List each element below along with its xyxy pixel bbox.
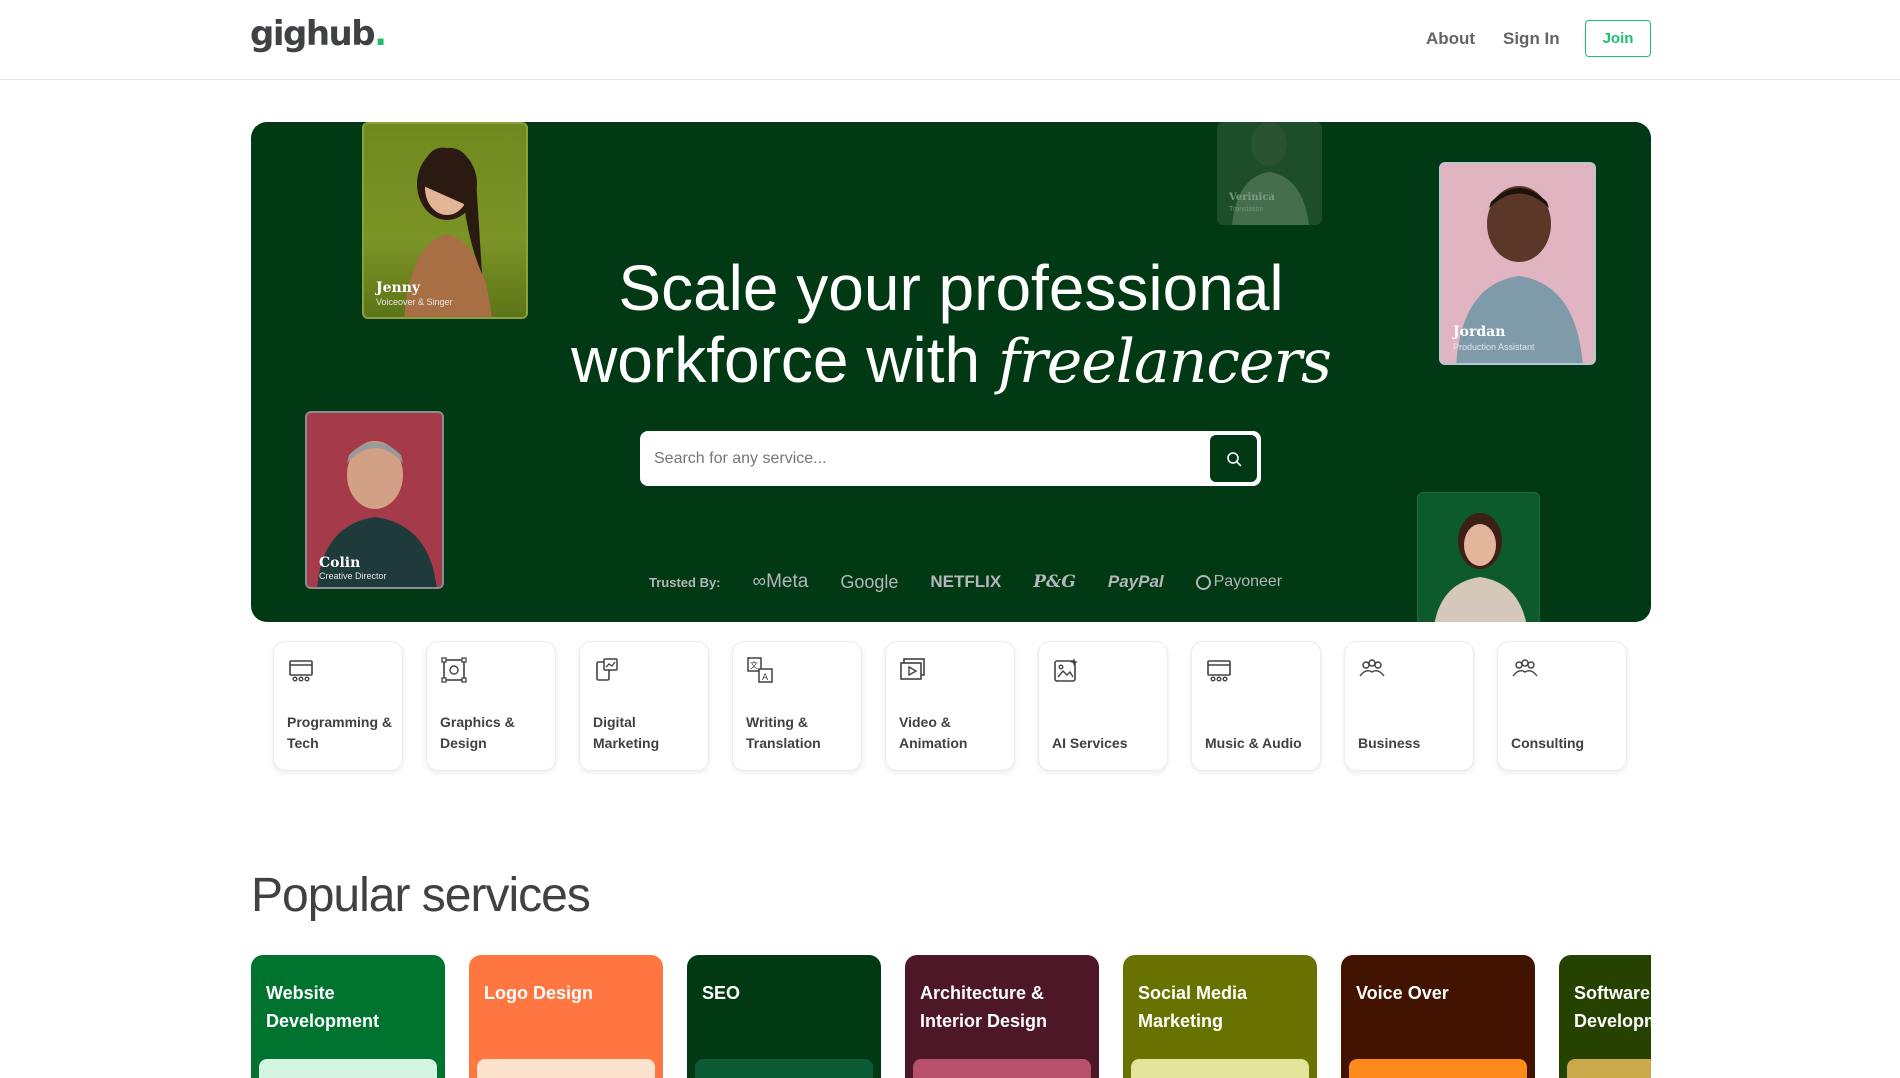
category-programming-tech[interactable]: Programming & Tech [273, 641, 403, 771]
service-card-label: Social Media Marketing [1138, 983, 1248, 1031]
hero-headline-italic: freelancers [997, 327, 1332, 397]
category-label: Graphics & Design [440, 714, 515, 751]
service-card-software-development[interactable]: Software Development [1559, 955, 1651, 1078]
monitor-icon [289, 660, 313, 682]
service-card-architecture-interior-design[interactable]: Architecture & Interior Design [905, 955, 1099, 1078]
search-button[interactable] [1210, 435, 1257, 482]
service-card-label: Logo Design [484, 983, 593, 1003]
category-graphics-design[interactable]: Graphics & Design [426, 641, 556, 771]
portrait-name: Verinica [1229, 192, 1275, 203]
brand-payoneer-logo: Payoneer [1195, 573, 1283, 591]
category-label: Digital Marketing [593, 714, 660, 751]
service-card-image [1131, 1059, 1309, 1078]
category-video-animation[interactable]: Video & Animation [885, 641, 1015, 771]
hero-search-bar [640, 431, 1261, 486]
service-card-label: SEO [702, 983, 741, 1003]
category-consulting[interactable]: Consulting [1497, 641, 1627, 771]
people-icon [1359, 659, 1385, 677]
ai-image-icon [1054, 658, 1078, 682]
svg-text:文: 文 [750, 660, 758, 670]
service-card-image [913, 1059, 1091, 1078]
service-card-label: Architecture & Interior Design [920, 983, 1048, 1031]
nav-about-link[interactable]: About [1426, 29, 1475, 49]
category-digital-marketing[interactable]: Digital Marketing [579, 641, 709, 771]
brand-meta-text: Meta [766, 571, 809, 592]
category-label: Video & Animation [899, 714, 968, 751]
category-label: AI Services [1052, 735, 1128, 751]
service-card-seo[interactable]: SEO [687, 955, 881, 1078]
search-icon [1226, 451, 1241, 466]
service-card-label: Voice Over [1356, 983, 1449, 1003]
search-input[interactable] [654, 443, 1194, 475]
design-frame-icon [441, 657, 467, 683]
device-chart-icon [596, 658, 618, 681]
brand-google-logo: Google [840, 571, 899, 592]
hero-headline: Scale your professional workforce with f… [251, 252, 1651, 398]
nav-sign-in-link[interactable]: Sign In [1503, 29, 1560, 49]
service-card-image [695, 1059, 873, 1078]
logo-dot: . [374, 14, 387, 54]
video-play-icon [900, 658, 925, 680]
brand-meta-logo: ∞Meta [752, 571, 809, 592]
hero-headline-line2: workforce with [571, 324, 998, 396]
service-card-label: Website Development [266, 983, 380, 1031]
svg-text:A: A [762, 673, 769, 683]
category-business[interactable]: Business [1344, 641, 1474, 771]
service-card-logo-design[interactable]: Logo Design [469, 955, 663, 1078]
monitor-icon [1207, 660, 1231, 682]
category-music-audio[interactable]: Music & Audio [1191, 641, 1321, 771]
category-ai-services[interactable]: AI Services [1038, 641, 1168, 771]
service-card-social-media-marketing[interactable]: Social Media Marketing [1123, 955, 1317, 1078]
brand-payoneer-text: Payoneer [1213, 573, 1283, 590]
category-writing-translation[interactable]: A文 Writing & Translation [732, 641, 862, 771]
service-card-image [259, 1059, 437, 1078]
brand-paypal-logo: PayPal [1107, 572, 1164, 591]
portrait-freelancer [1417, 492, 1540, 622]
category-label: Music & Audio [1205, 735, 1302, 751]
popular-services-title: Popular services [251, 869, 591, 922]
service-card-image [1349, 1059, 1527, 1078]
trusted-by-row: Trusted By: ∞Meta Google NETFLIX P&G Pay… [649, 567, 1314, 597]
service-card-voice-over[interactable]: Voice Over [1341, 955, 1535, 1078]
trusted-by-label: Trusted By: [649, 574, 721, 590]
service-card-image [477, 1059, 655, 1078]
person-freelancer-illustration [1434, 513, 1527, 622]
translate-icon: A文 [747, 657, 773, 683]
popular-services-carousel: Website Development Logo Design SEO Arch… [251, 940, 1651, 1078]
hero-headline-line1: Scale your professional [618, 252, 1284, 324]
portrait-role: Translation [1229, 206, 1264, 213]
portrait-colin: Colin Creative Director [305, 411, 444, 589]
service-card-website-development[interactable]: Website Development [251, 955, 445, 1078]
category-label: Writing & Translation [746, 714, 821, 751]
category-label: Business [1358, 735, 1421, 751]
service-card-image [1567, 1059, 1651, 1078]
gighub-logo[interactable]: gighub. [250, 14, 387, 54]
payoneer-ring-icon [1195, 574, 1211, 590]
portrait-name: Colin [319, 555, 361, 571]
portrait-role: Creative Director [319, 571, 387, 581]
portrait-verinica: Verinica Translation [1217, 122, 1322, 225]
join-button[interactable]: Join [1585, 20, 1651, 57]
brand-pg-logo: P&G [1033, 572, 1076, 592]
service-card-label: Software Development [1574, 983, 1651, 1031]
logo-text: gighub [250, 14, 376, 54]
people-icon [1512, 659, 1538, 677]
top-header: gighub. About Sign In Join [0, 0, 1900, 80]
brand-netflix-logo: NETFLIX [930, 572, 1002, 591]
hero-banner: Jenny Voiceover & Singer Verinica Transl… [251, 122, 1651, 622]
category-label: Programming & Tech [287, 714, 393, 751]
category-label: Consulting [1511, 735, 1585, 751]
